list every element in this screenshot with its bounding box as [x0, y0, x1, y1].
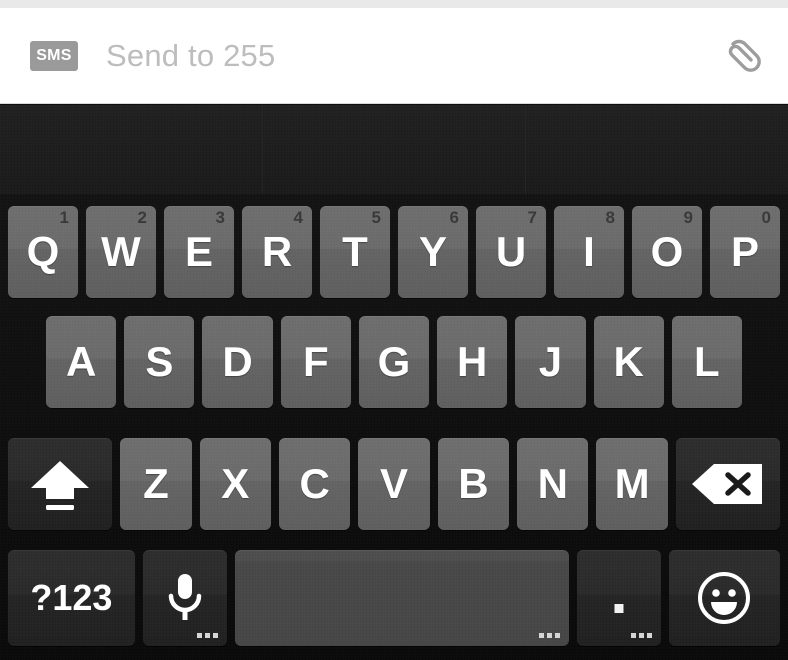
key-o[interactable]: 9 O: [632, 206, 702, 298]
key-g-label: G: [377, 338, 411, 385]
mic-longpress-hint: [196, 633, 218, 638]
voice-input-key[interactable]: [142, 550, 227, 646]
key-m-label: M: [614, 460, 650, 507]
key-z-label: Z: [143, 460, 169, 507]
microphone-icon: [162, 570, 208, 626]
key-y-label: Y: [418, 228, 447, 275]
key-v-label: V: [380, 460, 409, 507]
key-h[interactable]: H: [437, 316, 508, 408]
key-o-number: 9: [683, 208, 693, 227]
key-j-label: J: [538, 338, 563, 385]
paperclip-icon: [722, 33, 768, 79]
key-l-label: L: [694, 338, 720, 385]
key-b[interactable]: B: [437, 438, 510, 530]
key-a-label: A: [65, 338, 97, 385]
shift-key[interactable]: [8, 438, 113, 530]
key-i[interactable]: 8 I: [554, 206, 624, 298]
key-n-label: N: [537, 460, 568, 507]
key-e[interactable]: 3 E: [164, 206, 234, 298]
key-t-number: 5: [371, 208, 381, 227]
attach-button[interactable]: [702, 8, 788, 104]
suggestion-slot-2[interactable]: [262, 105, 525, 194]
key-w-number: 2: [137, 208, 147, 227]
key-g[interactable]: G: [358, 316, 430, 408]
suggestion-slot-1[interactable]: [0, 105, 262, 194]
key-u[interactable]: 7 U: [476, 206, 546, 298]
key-h-label: H: [457, 338, 488, 385]
key-q-number: 1: [59, 208, 69, 227]
key-t[interactable]: 5 T: [320, 206, 390, 298]
sms-type-badge[interactable]: SMS: [30, 40, 78, 71]
key-v[interactable]: V: [358, 438, 430, 530]
key-i-label: I: [583, 228, 595, 275]
period-key[interactable]: [576, 550, 661, 646]
symbols-key[interactable]: ?123: [8, 550, 135, 646]
key-o-label: O: [650, 228, 684, 275]
key-t-label: T: [342, 228, 368, 275]
period-longpress-hint: [630, 633, 652, 638]
backspace-key[interactable]: [675, 438, 781, 530]
key-a[interactable]: A: [46, 316, 117, 408]
key-q-label: Q: [26, 228, 60, 275]
keyboard-row-4: ?123: [0, 550, 788, 646]
key-d[interactable]: D: [202, 316, 273, 408]
smiley-face-icon: [694, 568, 754, 628]
key-w-label: W: [101, 228, 141, 275]
key-s[interactable]: S: [124, 316, 195, 408]
key-y[interactable]: 6 Y: [398, 206, 468, 298]
key-r[interactable]: 4 R: [242, 206, 312, 298]
key-u-number: 7: [527, 208, 537, 227]
key-e-label: E: [184, 228, 213, 275]
emoji-key[interactable]: [668, 550, 781, 646]
shift-arrow-icon: [23, 455, 97, 513]
keyboard-row-1: 1 Q 2 W 3 E 4 R 5 T 6 Y 7 U 8 I 9 O 0 P: [0, 206, 788, 298]
key-r-label: R: [261, 228, 293, 275]
key-p[interactable]: 0 P: [710, 206, 780, 298]
key-q[interactable]: 1 Q: [8, 206, 78, 298]
key-j[interactable]: J: [515, 316, 586, 408]
key-n[interactable]: N: [517, 438, 589, 530]
key-y-number: 6: [449, 208, 459, 227]
message-input[interactable]: Send to 255: [106, 38, 702, 74]
key-e-number: 3: [215, 208, 225, 227]
compose-bar: SMS Send to 255: [0, 8, 788, 104]
key-r-number: 4: [293, 208, 303, 227]
key-k-label: K: [613, 338, 644, 385]
key-i-number: 8: [605, 208, 615, 227]
status-strip: [0, 0, 788, 8]
period-glyph: [614, 604, 624, 613]
suggestion-strip: [0, 105, 788, 194]
key-c[interactable]: C: [278, 438, 351, 530]
key-s-label: S: [145, 338, 174, 385]
key-z[interactable]: Z: [120, 438, 192, 530]
key-f-label: F: [302, 338, 329, 385]
key-f[interactable]: F: [280, 316, 351, 408]
key-w[interactable]: 2 W: [86, 206, 156, 298]
key-l[interactable]: L: [671, 316, 742, 408]
key-m[interactable]: M: [596, 438, 668, 530]
key-x[interactable]: X: [199, 438, 271, 530]
key-d-label: D: [222, 338, 253, 385]
key-c-label: C: [299, 460, 330, 507]
on-screen-keyboard: 1 Q 2 W 3 E 4 R 5 T 6 Y 7 U 8 I 9 O 0 P …: [0, 194, 788, 660]
key-u-label: U: [495, 228, 527, 275]
backspace-icon: [690, 462, 766, 506]
symbols-key-label: ?123: [30, 577, 113, 618]
key-b-label: B: [458, 460, 489, 507]
keyboard-row-3: Z X C V B N M: [0, 438, 788, 530]
keyboard-row-2: A S D F G H J K L: [0, 316, 788, 408]
key-p-number: 0: [761, 208, 771, 227]
space-longpress-hint: [538, 633, 560, 638]
key-p-label: P: [730, 228, 759, 275]
sms-badge-label: SMS: [36, 46, 72, 64]
phone-screen: SMS Send to 255 1 Q 2 W 3 E 4 R 5 T 6 Y …: [0, 0, 788, 660]
key-x-label: X: [221, 460, 250, 507]
suggestion-slot-3[interactable]: [525, 105, 788, 194]
space-key[interactable]: [234, 550, 569, 646]
key-k[interactable]: K: [593, 316, 664, 408]
